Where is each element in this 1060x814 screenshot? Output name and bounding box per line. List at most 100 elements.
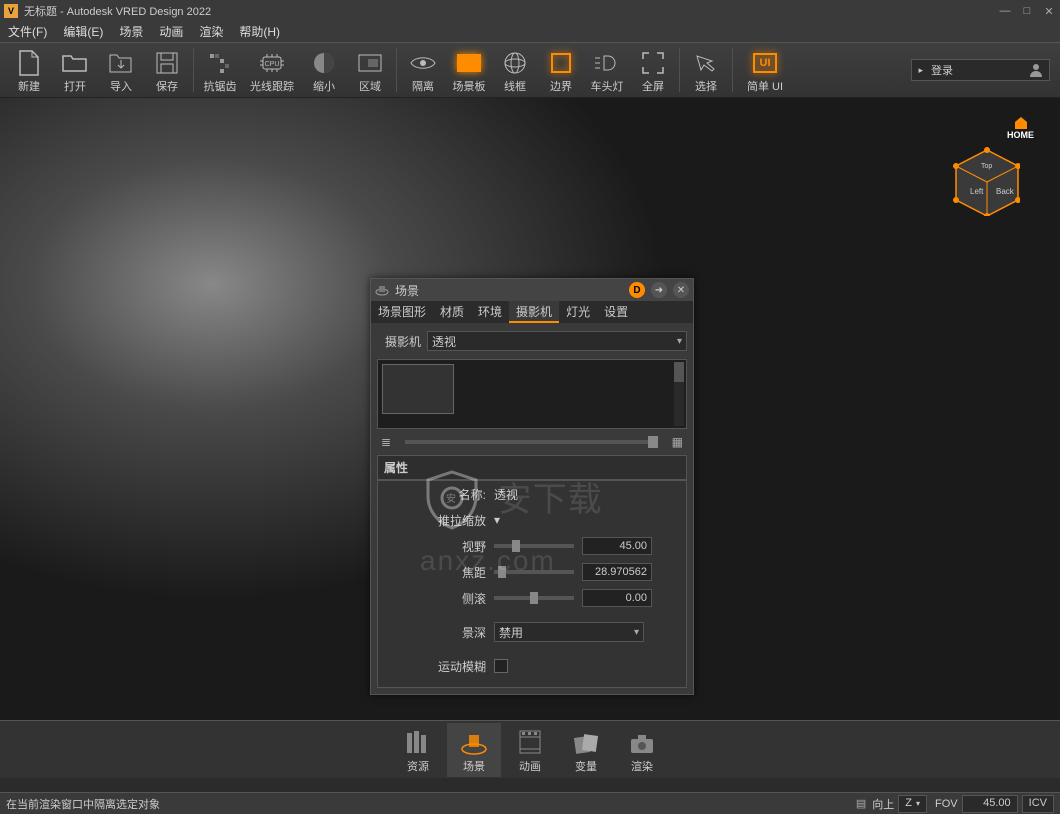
camera-thumb[interactable] (382, 364, 454, 414)
fov-slider[interactable] (494, 544, 574, 548)
cards-icon (573, 731, 599, 755)
menu-bar: 文件(F) 编辑(E) 场景 动画 渲染 帮助(H) (0, 22, 1060, 42)
tab-environment[interactable]: 环境 (471, 301, 509, 323)
status-message: 在当前渲染窗口中隔离选定对象 (6, 796, 856, 812)
tool-backplate-label: 场景板 (453, 78, 486, 94)
tab-settings[interactable]: 设置 (597, 301, 635, 323)
panel-icon (375, 284, 389, 296)
motion-blur-checkbox[interactable] (494, 659, 508, 673)
tab-light[interactable]: 灯光 (559, 301, 597, 323)
tool-simple-ui[interactable]: UI 简单 UI (736, 43, 794, 97)
tool-import[interactable]: 导入 (98, 43, 144, 97)
menu-edit[interactable]: 编辑(E) (55, 22, 111, 42)
status-icv[interactable]: ICV (1022, 795, 1054, 813)
app-icon: V (4, 4, 18, 18)
dof-select[interactable]: 禁用 (494, 622, 644, 642)
tool-raytrace[interactable]: CPU 光线跟踪 (243, 43, 301, 97)
dof-label: 景深 (386, 624, 486, 641)
tool-headlight-label: 车头灯 (591, 78, 624, 94)
minimize-icon[interactable]: — (994, 2, 1016, 20)
tool-new[interactable]: 新建 (6, 43, 52, 97)
tab-material[interactable]: 材质 (433, 301, 471, 323)
fov-input[interactable]: 45.00 (582, 537, 652, 555)
status-fov-label: FOV (935, 798, 958, 810)
tool-save[interactable]: 保存 (144, 43, 190, 97)
focal-label: 焦距 (386, 564, 486, 581)
tool-open[interactable]: 打开 (52, 43, 98, 97)
close-icon[interactable]: ✕ (1038, 2, 1060, 20)
btab-render[interactable]: 渲染 (615, 723, 669, 777)
scene-icon (460, 731, 488, 755)
fov-label: 视野 (386, 538, 486, 555)
svg-text:Left: Left (970, 187, 984, 196)
menu-animation[interactable]: 动画 (151, 22, 191, 42)
viewcube-cube-icon[interactable]: Left Back Top (948, 144, 1020, 216)
tool-backplate[interactable]: 场景板 (446, 43, 492, 97)
region-icon (356, 51, 384, 75)
tool-raytrace-label: 光线跟踪 (250, 78, 294, 94)
camera-select-label: 摄影机 (377, 333, 421, 350)
viewcube-home[interactable]: HOME (1007, 116, 1034, 140)
headlight-icon (593, 51, 621, 75)
tool-simple-ui-label: 简单 UI (747, 78, 783, 94)
antialias-icon (206, 51, 234, 75)
menu-help[interactable]: 帮助(H) (231, 22, 288, 42)
tool-headlight[interactable]: 车头灯 (584, 43, 630, 97)
tool-isolate[interactable]: 隔离 (400, 43, 446, 97)
books-icon (405, 729, 431, 755)
list-view-icon[interactable]: ≣ (381, 435, 391, 449)
status-up-axis[interactable]: Z ▾ (898, 795, 927, 813)
login-box[interactable]: ▸ 登录 (911, 59, 1050, 81)
grid-view-icon[interactable]: ▦ (672, 435, 683, 449)
roll-input[interactable]: 0.00 (582, 589, 652, 607)
panel-close-icon[interactable]: ✕ (673, 282, 689, 298)
tool-select[interactable]: 选择 (683, 43, 729, 97)
tool-import-label: 导入 (110, 78, 132, 94)
tab-scenegraph[interactable]: 场景图形 (371, 301, 433, 323)
eye-icon (409, 51, 437, 75)
btab-render-label: 渲染 (631, 758, 653, 774)
thumb-scrollbar[interactable] (674, 362, 684, 426)
menu-scene[interactable]: 场景 (111, 22, 151, 42)
btab-variants[interactable]: 变量 (559, 723, 613, 777)
main-toolbar: 新建 打开 导入 保存 抗锯齿 CPU 光线跟踪 缩小 区域 隔离 场景板 线框 (0, 42, 1060, 98)
maximize-icon[interactable]: □ (1016, 2, 1038, 20)
btab-animation[interactable]: 动画 (503, 723, 557, 777)
panel-popout-icon[interactable]: ➜ (651, 282, 667, 298)
name-value: 透视 (494, 486, 518, 503)
menu-render[interactable]: 渲染 (191, 22, 231, 42)
btab-variants-label: 变量 (575, 758, 597, 774)
tool-shrink[interactable]: 缩小 (301, 43, 347, 97)
focal-input[interactable]: 28.970562 (582, 563, 652, 581)
status-grid-icon[interactable]: ▤ (856, 797, 866, 810)
focal-slider[interactable] (494, 570, 574, 574)
panel-dock-icon[interactable]: D (629, 282, 645, 298)
roll-slider[interactable] (494, 596, 574, 600)
viewport[interactable]: HOME Left Back Top 安 安下载 anxz.com 场景 D ➜ (0, 98, 1060, 720)
view-cube[interactable]: HOME Left Back Top (944, 116, 1034, 216)
section-properties: 属性 (377, 455, 687, 480)
zoom-label: 推拉缩放 (386, 512, 486, 529)
folder-open-icon (61, 51, 89, 75)
tool-wireframe[interactable]: 线框 (492, 43, 538, 97)
panel-tabs: 场景图形 材质 环境 摄影机 灯光 设置 (371, 301, 693, 323)
tab-camera[interactable]: 摄影机 (509, 301, 559, 323)
name-label: 名称: (386, 486, 486, 503)
btab-scene[interactable]: 场景 (447, 723, 501, 777)
svg-text:CPU: CPU (265, 61, 280, 68)
panel-title: 场景 (395, 282, 623, 299)
save-icon (153, 51, 181, 75)
tool-region-label: 区域 (359, 78, 381, 94)
status-up-label: 向上 (872, 796, 894, 812)
tool-antialias[interactable]: 抗锯齿 (197, 43, 243, 97)
tool-fullscreen[interactable]: 全屏 (630, 43, 676, 97)
bottom-tab-bar: 资源 场景 动画 变量 渲染 (0, 720, 1060, 778)
tool-region[interactable]: 区域 (347, 43, 393, 97)
thumb-size-slider[interactable] (405, 440, 658, 444)
camera-select[interactable]: 透视 (427, 331, 687, 351)
btab-assets[interactable]: 资源 (391, 723, 445, 777)
tool-boundary[interactable]: 边界 (538, 43, 584, 97)
menu-file[interactable]: 文件(F) (0, 22, 55, 42)
tool-fullscreen-label: 全屏 (642, 78, 664, 94)
status-fov-value[interactable]: 45.00 (962, 795, 1018, 813)
